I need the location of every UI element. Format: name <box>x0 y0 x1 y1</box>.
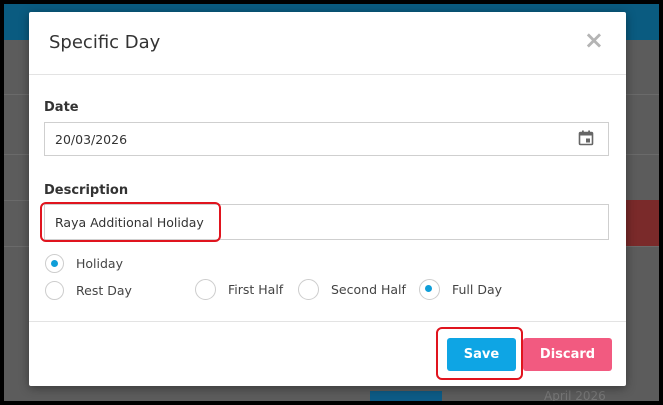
specific-day-dialog: Specific Day × Date Description Holiday … <box>29 12 626 386</box>
radio-rest-day[interactable]: Rest Day <box>45 281 132 300</box>
radio-label-second-half: Second Half <box>331 282 406 297</box>
dialog-header: Specific Day × <box>29 12 626 75</box>
close-icon[interactable]: × <box>584 28 604 52</box>
radio-button[interactable] <box>195 279 216 300</box>
radio-button[interactable] <box>419 279 440 300</box>
radio-button[interactable] <box>45 281 64 300</box>
radio-label-full-day: Full Day <box>452 282 503 297</box>
radio-button[interactable] <box>45 254 64 273</box>
radio-label-first-half: First Half <box>228 282 284 297</box>
description-label: Description <box>44 183 129 198</box>
radio-label-rest-day: Rest Day <box>76 283 132 298</box>
date-label: Date <box>44 100 79 115</box>
discard-button[interactable]: Discard <box>523 338 612 371</box>
calendar-icon[interactable] <box>578 130 594 146</box>
date-field-wrapper <box>29 122 626 156</box>
radio-holiday[interactable]: Holiday <box>45 254 123 273</box>
background-button <box>370 391 442 401</box>
radio-button[interactable] <box>298 279 319 300</box>
radio-full-day[interactable]: Full Day <box>419 279 502 300</box>
radio-label-holiday: Holiday <box>76 256 123 271</box>
background-date-text: April 2026 <box>544 389 606 401</box>
dialog-title: Specific Day <box>49 32 161 53</box>
background-event-block <box>625 200 659 246</box>
description-input[interactable] <box>44 204 609 240</box>
save-button[interactable]: Save <box>447 338 516 371</box>
radio-second-half[interactable]: Second Half <box>298 279 406 300</box>
date-input[interactable] <box>44 122 609 156</box>
dialog-footer: Save Discard <box>29 321 626 386</box>
radio-first-half[interactable]: First Half <box>195 279 283 300</box>
